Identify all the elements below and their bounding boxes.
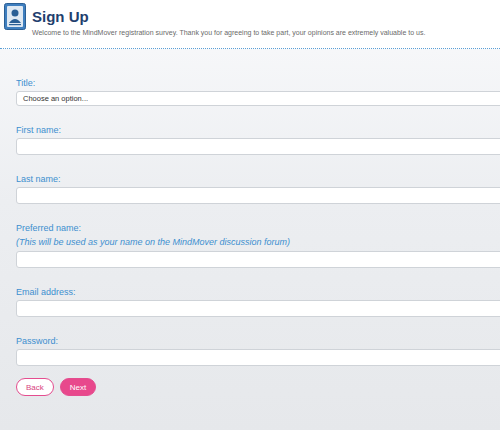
field-note: (This will be used as your name on the M… bbox=[16, 236, 500, 248]
sign-up-page: Sign Up Welcome to the MindMover registra… bbox=[0, 0, 500, 430]
back-button[interactable]: Back bbox=[16, 378, 54, 396]
field-label: Email address: bbox=[16, 286, 500, 298]
select-field[interactable]: Choose an option... bbox=[16, 91, 500, 106]
header: Sign Up Welcome to the MindMover registra… bbox=[0, 0, 500, 46]
form-field: Last name: bbox=[16, 173, 500, 204]
field-label: Last name: bbox=[16, 173, 500, 185]
field-label: Title: bbox=[16, 77, 500, 89]
field-label: Password: bbox=[16, 335, 500, 347]
page-subtitle: Welcome to the MindMover registration su… bbox=[32, 29, 425, 37]
form-field: Title: Choose an option... bbox=[16, 77, 500, 106]
field-label: Preferred name: bbox=[16, 222, 500, 234]
text-input[interactable] bbox=[16, 138, 500, 155]
form-field: Email address: bbox=[16, 286, 500, 317]
button-row: Back Next bbox=[16, 378, 500, 396]
form-field: Preferred name: (This will be used as you… bbox=[16, 222, 500, 268]
form-field: Password: bbox=[16, 335, 500, 366]
text-input[interactable] bbox=[16, 187, 500, 204]
page-title: Sign Up bbox=[32, 9, 425, 26]
sign-up-form: Title: Choose an option... First name: Last… bbox=[0, 49, 500, 430]
form-field: First name: bbox=[16, 124, 500, 155]
field-label: First name: bbox=[16, 124, 500, 136]
password-input[interactable] bbox=[16, 349, 500, 366]
text-input[interactable] bbox=[16, 251, 500, 268]
text-input[interactable] bbox=[16, 300, 500, 317]
next-button[interactable]: Next bbox=[60, 378, 96, 396]
sign-up-icon bbox=[4, 3, 26, 30]
